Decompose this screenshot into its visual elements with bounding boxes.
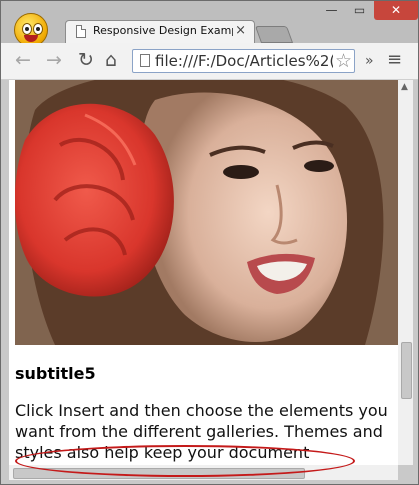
maximize-button[interactable]: ▭: [346, 1, 373, 20]
section-subtitle: subtitle5: [15, 364, 96, 383]
vertical-scrollbar[interactable]: ▲: [398, 80, 413, 465]
avatar-right-eye: [33, 23, 43, 35]
forward-arrow-icon[interactable]: →: [46, 50, 62, 70]
home-icon[interactable]: ⌂: [105, 50, 117, 70]
extensions-overflow-icon[interactable]: »: [365, 51, 374, 71]
page-viewport: subtitle5 Click Insert and then choose t…: [9, 80, 398, 465]
page-icon: [76, 25, 86, 38]
vertical-scroll-thumb[interactable]: [401, 342, 412, 399]
browser-tab[interactable]: Responsive Design Examp ×: [65, 20, 255, 43]
new-tab-button[interactable]: [254, 26, 294, 43]
menu-hamburger-icon[interactable]: ≡: [387, 50, 402, 70]
avatar-mouth: [24, 35, 38, 42]
navigation-toolbar: ← → ↻ ⌂ file:///F:/Doc/Articles%2( ☆ » ≡: [1, 43, 418, 80]
horizontal-scrollbar[interactable]: [9, 465, 398, 480]
reload-icon[interactable]: ↻: [78, 50, 94, 70]
portrait-photo: [15, 80, 398, 345]
scroll-up-arrow-icon[interactable]: ▲: [401, 82, 408, 92]
tab-title: Responsive Design Examp: [93, 24, 233, 37]
address-url[interactable]: file:///F:/Doc/Articles%2(: [155, 52, 333, 70]
body-paragraph: Click Insert and then choose the element…: [15, 401, 388, 465]
browser-window: Responsive Design Examp × — ▭ ✕ ← → ↻ ⌂ …: [0, 0, 419, 485]
address-bar[interactable]: file:///F:/Doc/Articles%2( ☆: [132, 49, 355, 73]
horizontal-scroll-thumb[interactable]: [13, 468, 305, 479]
bookmark-star-icon[interactable]: ☆: [335, 50, 352, 72]
window-close-button[interactable]: ✕: [374, 1, 418, 20]
title-bar: Responsive Design Examp × — ▭ ✕: [1, 1, 418, 47]
profile-avatar-icon[interactable]: [14, 13, 48, 47]
tab-close-icon[interactable]: ×: [235, 23, 246, 38]
avatar-left-eye: [22, 23, 32, 35]
minimize-button[interactable]: —: [318, 1, 345, 20]
file-page-icon: [140, 54, 150, 67]
back-arrow-icon[interactable]: ←: [15, 50, 31, 70]
